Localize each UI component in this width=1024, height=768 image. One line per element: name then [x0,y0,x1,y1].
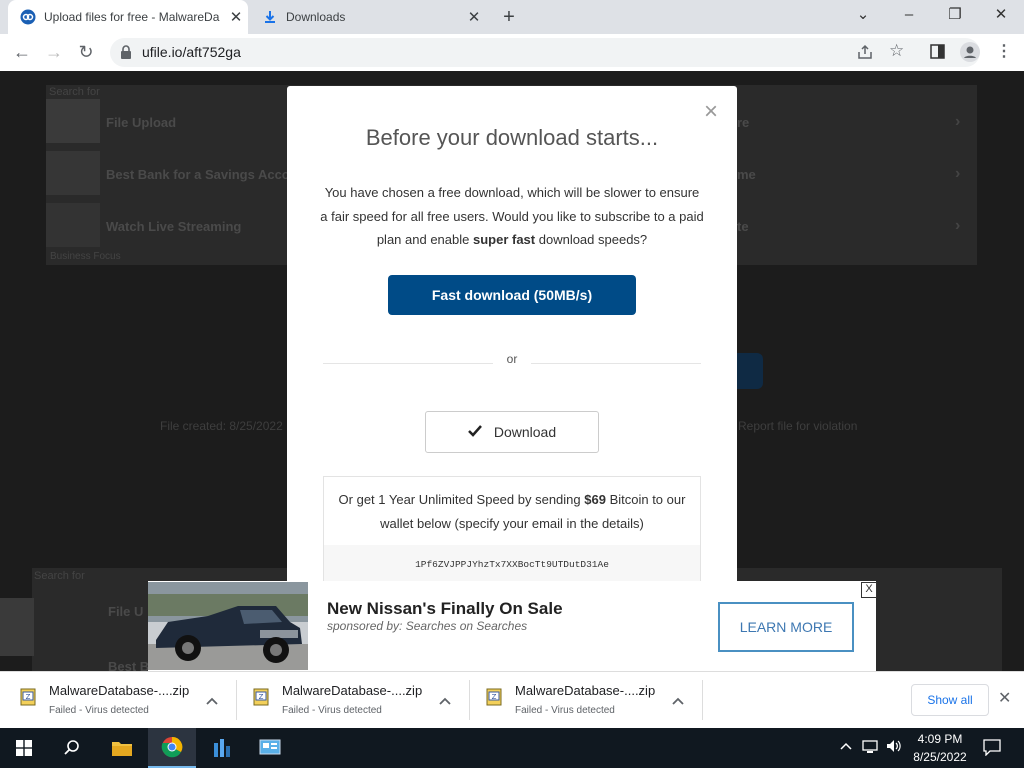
tab-downloads[interactable]: Downloads ✕ [250,0,486,34]
modal-description: You have chosen a free download, which w… [320,181,704,252]
report-link[interactable]: Report file for violation [738,419,857,433]
download-filename: MalwareDatabase-....zip [282,683,423,698]
maximize-button[interactable]: ❐ [932,0,978,34]
chrome-icon[interactable] [148,728,196,768]
svg-text:Z: Z [26,693,31,701]
ad-link[interactable]: me [737,167,756,182]
ad-link[interactable]: File U [108,604,143,619]
tab-ufile[interactable]: Upload files for free - MalwareDa ✕ [8,0,248,34]
ad-thumbnail [46,203,100,247]
ad-thumbnail [46,151,100,195]
svg-text:Z: Z [492,693,497,701]
tab-title: Upload files for free - MalwareDa [44,10,220,24]
desc-text: download speeds? [535,232,648,247]
close-modal-icon[interactable]: × [704,98,718,126]
close-ad-icon[interactable]: X [861,582,877,598]
btc-amount: $69 [584,492,606,507]
dim-button-edge [737,353,763,389]
tab-title: Downloads [286,10,346,24]
ad-search-label: Search for [34,570,85,582]
btc-text: Or get 1 Year Unlimited Speed by sending [338,492,585,507]
download-item[interactable] [470,672,703,727]
download-label: Download [493,424,557,440]
ad-footer: Business Focus [50,251,121,262]
or-separator: or [500,352,524,366]
bitcoin-wallet-address[interactable]: 1Pf6ZVJPPJYhzTx7XXBocTt9UTDutD31Ae [324,545,700,585]
download-status: Failed - Virus detected [282,705,382,716]
download-item[interactable] [237,672,470,727]
new-tab-button[interactable]: + [496,4,522,30]
notification-icon[interactable] [983,738,1001,761]
checkmark-icon [467,424,482,440]
ad-link[interactable]: re [737,115,749,130]
bookmark-star-icon[interactable]: ☆ [889,41,904,61]
file-explorer-icon[interactable] [98,728,146,768]
windows-start-icon[interactable] [0,728,48,768]
desc-bold: super fast [472,232,536,247]
file-created-text: File created: 8/25/2022 [160,419,283,433]
profile-avatar-icon[interactable] [960,42,980,67]
fast-download-button[interactable]: Fast download (50MB/s) [388,275,636,315]
back-icon[interactable]: ← [8,38,36,66]
clock-time[interactable]: 4:09 PM [910,732,970,746]
zip-file-icon: Z [20,688,36,706]
chevron-up-icon[interactable] [439,692,451,708]
download-status: Failed - Virus detected [515,705,615,716]
ad-link[interactable]: Watch Live Streaming [106,219,241,234]
download-filename: MalwareDatabase-....zip [49,683,190,698]
ufile-favicon-icon [20,9,36,25]
minimize-button[interactable]: – [886,0,932,34]
download-status: Failed - Virus detected [49,705,149,716]
ad-link[interactable]: te [737,219,749,234]
ad-link[interactable]: Best Bank for a Savings Acco [106,167,290,182]
lock-icon[interactable] [120,45,132,64]
chevron-up-icon[interactable] [840,738,852,753]
network-tool-icon[interactable] [198,728,246,768]
clock-date[interactable]: 8/25/2022 [905,750,975,764]
tab-search-button[interactable]: ⌄ [840,0,886,34]
close-window-button[interactable]: ✕ [978,0,1024,34]
menu-icon[interactable]: ⋮ [996,41,1012,61]
svg-text:Z: Z [259,693,264,701]
show-all-button[interactable]: Show all [911,684,989,716]
divider [531,363,701,364]
close-shelf-icon[interactable]: ✕ [998,688,1011,708]
close-tab-icon[interactable]: ✕ [462,8,486,26]
chevron-up-icon[interactable] [672,692,684,708]
forward-icon[interactable]: → [40,38,68,66]
ad-headline[interactable]: New Nissan's Finally On Sale [327,599,563,619]
volume-icon[interactable] [886,739,902,758]
network-icon[interactable] [862,740,880,759]
chevron-right-icon: › [955,165,961,182]
ad-thumbnail [46,99,100,143]
zip-file-icon: Z [486,688,502,706]
zip-file-icon: Z [253,688,269,706]
side-panel-icon[interactable] [930,44,945,64]
free-download-button[interactable]: Download [425,411,599,453]
url-text: ufile.io/aft752ga [142,44,241,60]
ad-link[interactable]: File Upload [106,115,176,130]
truck-ad-image[interactable] [148,582,308,670]
chevron-up-icon[interactable] [206,692,218,708]
chevron-right-icon: › [955,217,961,234]
modal-title: Before your download starts... [365,125,659,150]
chevron-right-icon: › [955,113,961,130]
learn-more-button[interactable]: LEARN MORE [718,602,854,652]
bitcoin-offer-text: Or get 1 Year Unlimited Speed by sending… [330,488,694,536]
share-icon[interactable] [857,44,873,65]
divider [323,363,493,364]
side-widget [0,598,34,656]
download-filename: MalwareDatabase-....zip [515,683,656,698]
reload-icon[interactable]: ↻ [72,38,100,66]
ad-sponsor: sponsored by: Searches on Searches [327,619,528,633]
search-icon[interactable] [48,728,96,768]
download-icon [262,9,278,25]
divider [702,680,703,720]
control-panel-icon[interactable] [246,728,294,768]
ad-search-label: Search for [49,86,100,98]
close-tab-icon[interactable]: ✕ [224,8,248,26]
